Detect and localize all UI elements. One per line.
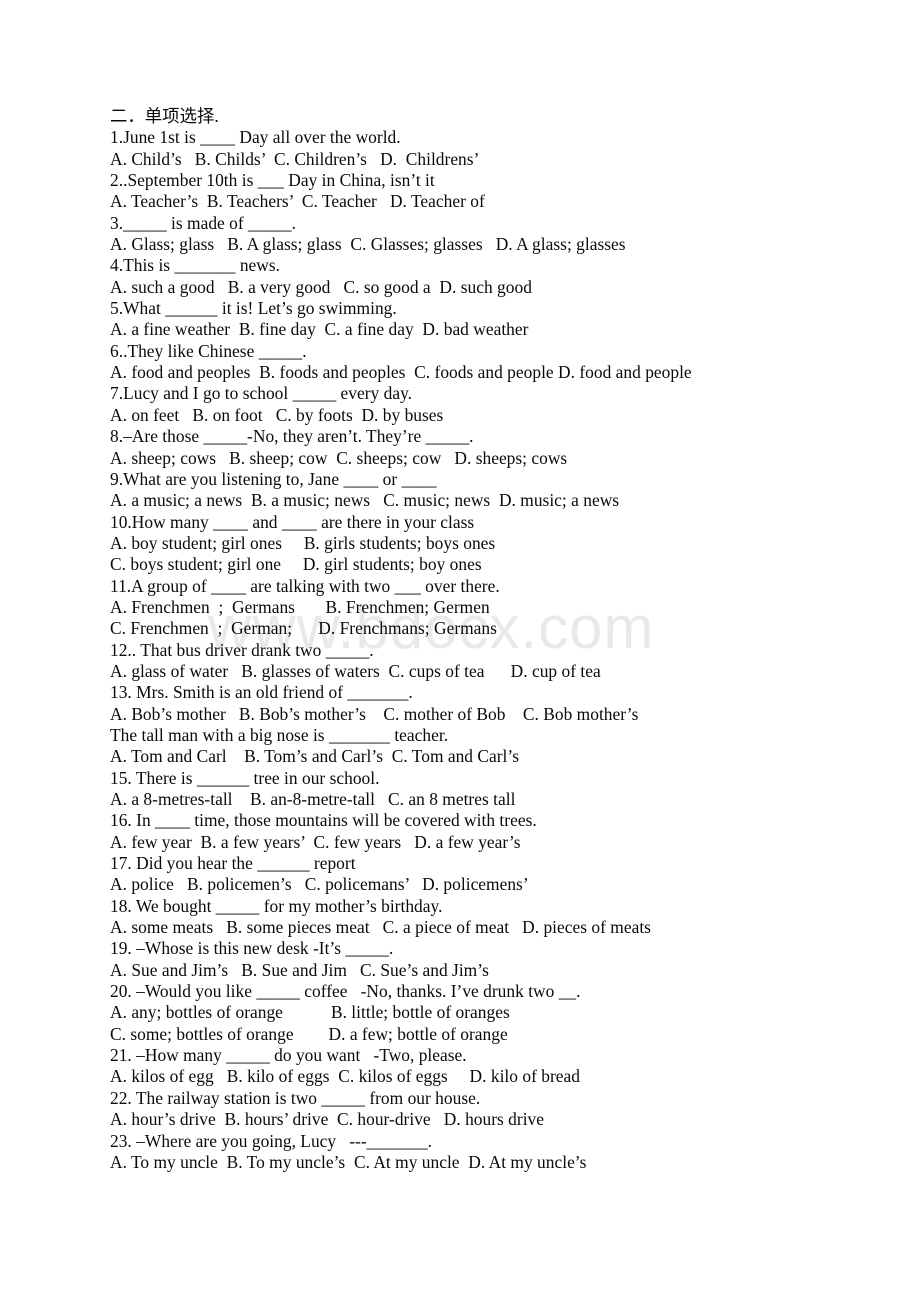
document-line: 5.What ______ it is! Let’s go swimming. xyxy=(110,298,397,319)
document-line: C. some; bottles of orange D. a few; bot… xyxy=(110,1023,508,1044)
document-line: 17. Did you hear the ______ report xyxy=(110,853,356,874)
document-line: 1.June 1st is ____ Day all over the worl… xyxy=(110,127,401,148)
document-line: A. Frenchmen ; Germans B. Frenchmen; Ger… xyxy=(110,596,490,617)
document-line: A. Bob’s mother B. Bob’s mother’s C. mot… xyxy=(110,703,639,724)
document-line: A. a music; a news B. a music; news C. m… xyxy=(110,490,620,511)
document-line: A. some meats B. some pieces meat C. a p… xyxy=(110,917,651,938)
document-line: A. sheep; cows B. sheep; cow C. sheeps; … xyxy=(110,447,568,468)
section-heading: 二．单项选择. xyxy=(110,106,219,126)
document-line: A. a 8-metres-tall B. an-8-metre-tall C.… xyxy=(110,789,516,809)
document-line: 20. –Would you like _____ coffee -No, th… xyxy=(110,981,581,1002)
document-line: A. Teacher’s B. Teachers’ C. Teacher D. … xyxy=(110,191,485,212)
document-line: A. Tom and Carl B. Tom’s and Carl’s C. T… xyxy=(110,746,520,767)
document-line: 11.A group of ____ are talking with two … xyxy=(110,575,500,596)
document-line: 19. –Whose is this new desk -It’s _____. xyxy=(110,938,394,959)
document-line: C. Frenchmen ; German; D. Frenchmans; Ge… xyxy=(110,618,497,639)
document-line: 23. –Where are you going, Lucy ---______… xyxy=(110,1130,433,1151)
document-line: A. on feet B. on foot C. by foots D. by … xyxy=(110,404,444,425)
document-line: A. hour’s drive B. hours’ drive C. hour-… xyxy=(110,1109,545,1130)
document-line: 12.. That bus driver drank two _____. xyxy=(110,639,374,660)
document-line: A. such a good B. a very good C. so good… xyxy=(110,276,532,297)
document-line: A. any; bottles of orange B. little; bot… xyxy=(110,1002,510,1023)
document-line: 13. Mrs. Smith is an old friend of _____… xyxy=(110,682,413,703)
document-line: The tall man with a big nose is _______ … xyxy=(110,724,449,745)
document-line: 4.This is _______ news. xyxy=(110,255,281,276)
document-line: A. Child’s B. Childs’ C. Children’s D. C… xyxy=(110,148,480,169)
document-line: A. a fine weather B. fine day C. a fine … xyxy=(110,319,529,340)
document-line: C. boys student; girl one D. girl studen… xyxy=(110,554,482,575)
document-line: A. few year B. a few years’ C. few years… xyxy=(110,831,521,852)
document-line: A. Sue and Jim’s B. Sue and Jim C. Sue’s… xyxy=(110,959,489,980)
document-line: 2..September 10th is ___ Day in China, i… xyxy=(110,170,435,191)
document-line: A. food and peoples B. foods and peoples… xyxy=(110,362,692,383)
document-line: A. Glass; glass B. A glass; glass C. Gla… xyxy=(110,234,626,255)
document-content: 二．单项选择. 1.June 1st is ____ Day all over … xyxy=(110,106,850,1173)
document-line: A. kilos of egg B. kilo of eggs C. kilos… xyxy=(110,1066,580,1087)
document-line: A. To my uncle B. To my uncle’s C. At my… xyxy=(110,1151,587,1172)
document-line: A. boy student; girl ones B. girls stude… xyxy=(110,532,496,553)
document-line: 3._____ is made of _____. xyxy=(110,212,296,233)
document-line: A. police B. policemen’s C. policemans’ … xyxy=(110,874,529,895)
document-line: A. glass of water B. glasses of waters C… xyxy=(110,660,601,681)
question-list: 1.June 1st is ____ Day all over the worl… xyxy=(110,127,850,1173)
document-line: 16. In ____ time, those mountains will b… xyxy=(110,810,537,831)
document-line: 9.What are you listening to, Jane ____ o… xyxy=(110,468,437,489)
document-line: 6..They like Chinese _____. xyxy=(110,340,307,361)
document-line: 18. We bought _____ for my mother’s birt… xyxy=(110,895,443,916)
document-line: 7.Lucy and I go to school _____ every da… xyxy=(110,383,413,404)
document-line: 21. –How many _____ do you want -Two, pl… xyxy=(110,1045,467,1066)
document-line: 8.–Are those _____-No, they aren’t. They… xyxy=(110,426,474,447)
document-line: 15. There is ______ tree in our school. xyxy=(110,767,380,788)
document-line: 10.How many ____ and ____ are there in y… xyxy=(110,511,475,532)
document-line: 22. The railway station is two _____ fro… xyxy=(110,1087,481,1108)
document-page: 二．单项选择. 1.June 1st is ____ Day all over … xyxy=(0,0,920,1302)
